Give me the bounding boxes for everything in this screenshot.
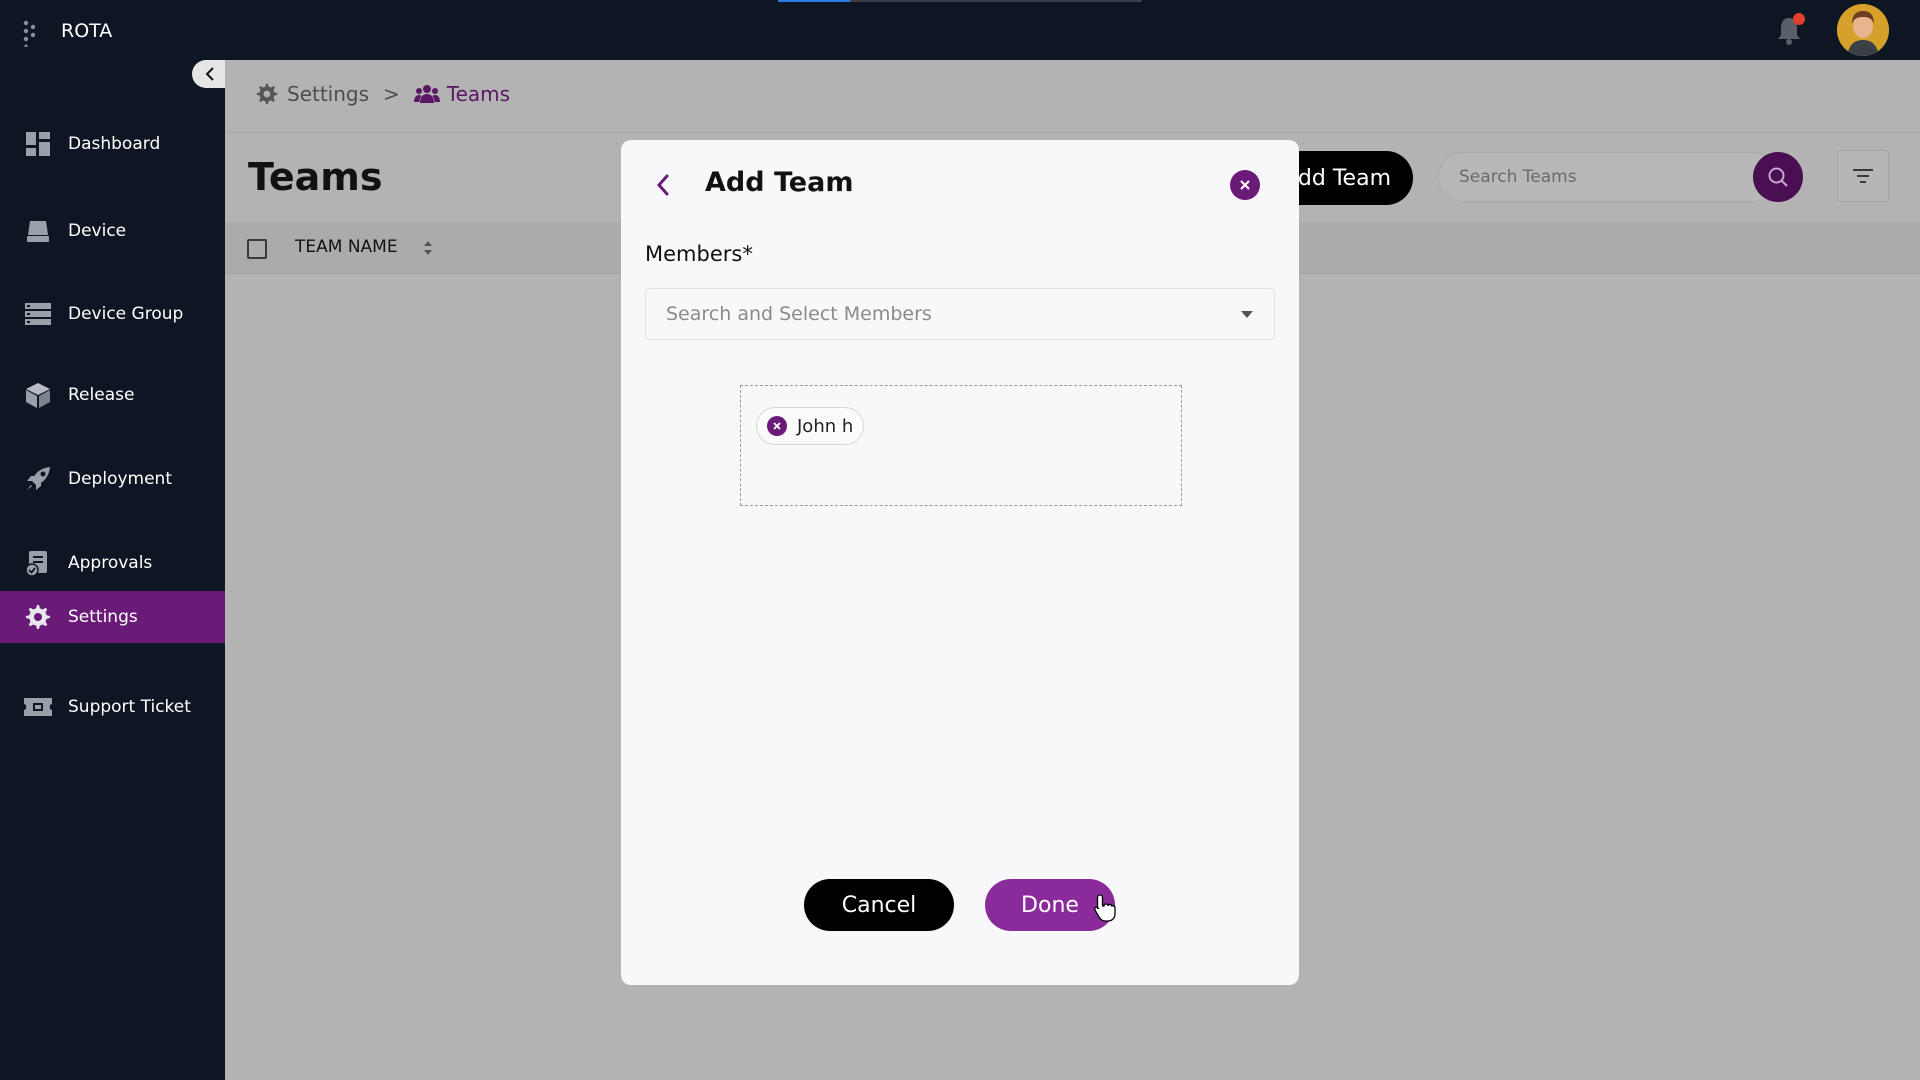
- add-team-modal: Add Team Members* Search and Select Memb…: [621, 140, 1299, 985]
- gear-icon: [256, 83, 278, 105]
- page-title: Teams: [248, 155, 383, 199]
- modal-title: Add Team: [705, 167, 854, 198]
- sidebar-item-label: Approvals: [68, 553, 153, 573]
- release-box-icon: [22, 379, 54, 411]
- app-title: ROTA: [61, 20, 113, 42]
- sidebar-item-label: Device Group: [68, 304, 184, 324]
- breadcrumb-settings[interactable]: Settings: [255, 82, 369, 106]
- loading-bar: [778, 0, 1142, 2]
- sidebar-item-dashboard[interactable]: Dashboard: [0, 118, 225, 170]
- sidebar-item-label: Settings: [68, 607, 138, 627]
- sidebar-item-label: Support Ticket: [68, 697, 191, 717]
- sidebar: Dashboard Device Device Group Release De…: [0, 60, 225, 1080]
- sidebar-collapse-button[interactable]: [192, 60, 228, 88]
- filter-button[interactable]: [1837, 150, 1889, 202]
- device-group-icon: [22, 298, 54, 330]
- gear-icon: [22, 601, 54, 633]
- sidebar-item-label: Device: [68, 221, 127, 241]
- close-icon: [1240, 180, 1250, 190]
- sidebar-item-label: Dashboard: [68, 134, 161, 154]
- filter-icon: [1853, 169, 1873, 183]
- chevron-left-icon: [205, 67, 214, 81]
- users-icon: [413, 85, 440, 103]
- sidebar-item-device[interactable]: Device: [0, 205, 225, 257]
- breadcrumb-separator: >: [383, 82, 400, 106]
- approvals-icon: [22, 547, 54, 579]
- remove-chip-button[interactable]: [767, 416, 787, 436]
- selected-members-box: John h: [740, 385, 1182, 506]
- select-all-checkbox[interactable]: [247, 239, 267, 259]
- search-button[interactable]: [1753, 152, 1803, 202]
- members-select[interactable]: Search and Select Members: [645, 288, 1275, 340]
- member-chip-label: John h: [797, 415, 854, 437]
- sidebar-item-label: Deployment: [68, 469, 172, 489]
- hand-cursor-icon: [1094, 894, 1116, 922]
- close-button[interactable]: [1230, 170, 1260, 200]
- caret-down-icon: [1241, 311, 1253, 318]
- notification-badge: [1793, 13, 1805, 25]
- members-label: Members*: [645, 242, 753, 266]
- user-avatar[interactable]: [1837, 4, 1889, 56]
- dashboard-icon: [22, 128, 54, 160]
- ticket-icon: [22, 691, 54, 723]
- search-icon: [1768, 167, 1788, 187]
- back-button[interactable]: [648, 170, 678, 200]
- breadcrumb: Settings > Teams: [255, 82, 510, 106]
- cancel-button[interactable]: Cancel: [804, 879, 954, 931]
- chevron-left-icon: [656, 174, 669, 196]
- sidebar-item-settings[interactable]: Settings: [0, 591, 225, 643]
- header-divider: [225, 132, 1920, 133]
- rocket-icon: [22, 463, 54, 495]
- members-placeholder: Search and Select Members: [666, 303, 932, 325]
- device-icon: [22, 215, 54, 247]
- search-teams-field[interactable]: [1438, 152, 1778, 202]
- breadcrumb-teams: Teams: [413, 82, 510, 106]
- column-header-team-name[interactable]: TEAM NAME: [295, 237, 398, 257]
- sidebar-item-support-ticket[interactable]: Support Ticket: [0, 681, 225, 733]
- sort-icon[interactable]: [421, 237, 435, 259]
- sidebar-item-deployment[interactable]: Deployment: [0, 453, 225, 505]
- sidebar-item-device-group[interactable]: Device Group: [0, 288, 225, 340]
- close-icon: [773, 422, 781, 430]
- search-input[interactable]: [1459, 165, 1719, 189]
- sidebar-item-approvals[interactable]: Approvals: [0, 537, 225, 589]
- member-chip: John h: [756, 407, 865, 445]
- sidebar-item-label: Release: [68, 385, 135, 405]
- top-bar: ROTA: [0, 0, 1920, 60]
- app-logo-icon: [23, 20, 36, 47]
- sidebar-item-release[interactable]: Release: [0, 369, 225, 421]
